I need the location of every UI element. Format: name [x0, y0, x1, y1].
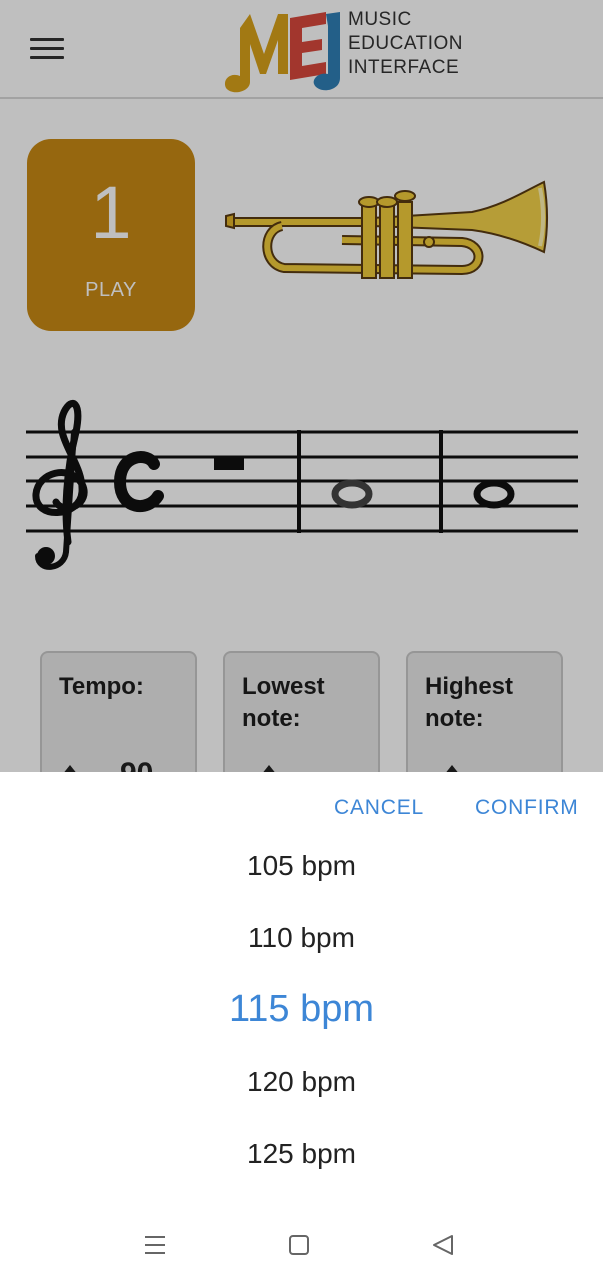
- app-screen: MUSIC EDUCATION INTERFACE 1 PLAY Tempo: …: [0, 0, 603, 772]
- cancel-button[interactable]: CANCEL: [334, 796, 424, 820]
- confirm-button[interactable]: CONFIRM: [475, 796, 579, 820]
- picker-option[interactable]: 125 bpm: [0, 1138, 603, 1170]
- home-icon[interactable]: [286, 1232, 312, 1258]
- recents-icon[interactable]: [142, 1232, 168, 1258]
- picker-option[interactable]: 120 bpm: [0, 1066, 603, 1098]
- tempo-picker-sheet: CANCEL CONFIRM 105 bpm 110 bpm 115 bpm 1…: [0, 772, 603, 1280]
- system-nav-bar: [0, 1210, 603, 1280]
- picker-option-selected[interactable]: 115 bpm: [0, 988, 603, 1031]
- picker-option[interactable]: 105 bpm: [0, 850, 603, 882]
- picker-option[interactable]: 110 bpm: [0, 922, 603, 954]
- back-icon[interactable]: [430, 1232, 456, 1258]
- modal-scrim[interactable]: [0, 0, 603, 772]
